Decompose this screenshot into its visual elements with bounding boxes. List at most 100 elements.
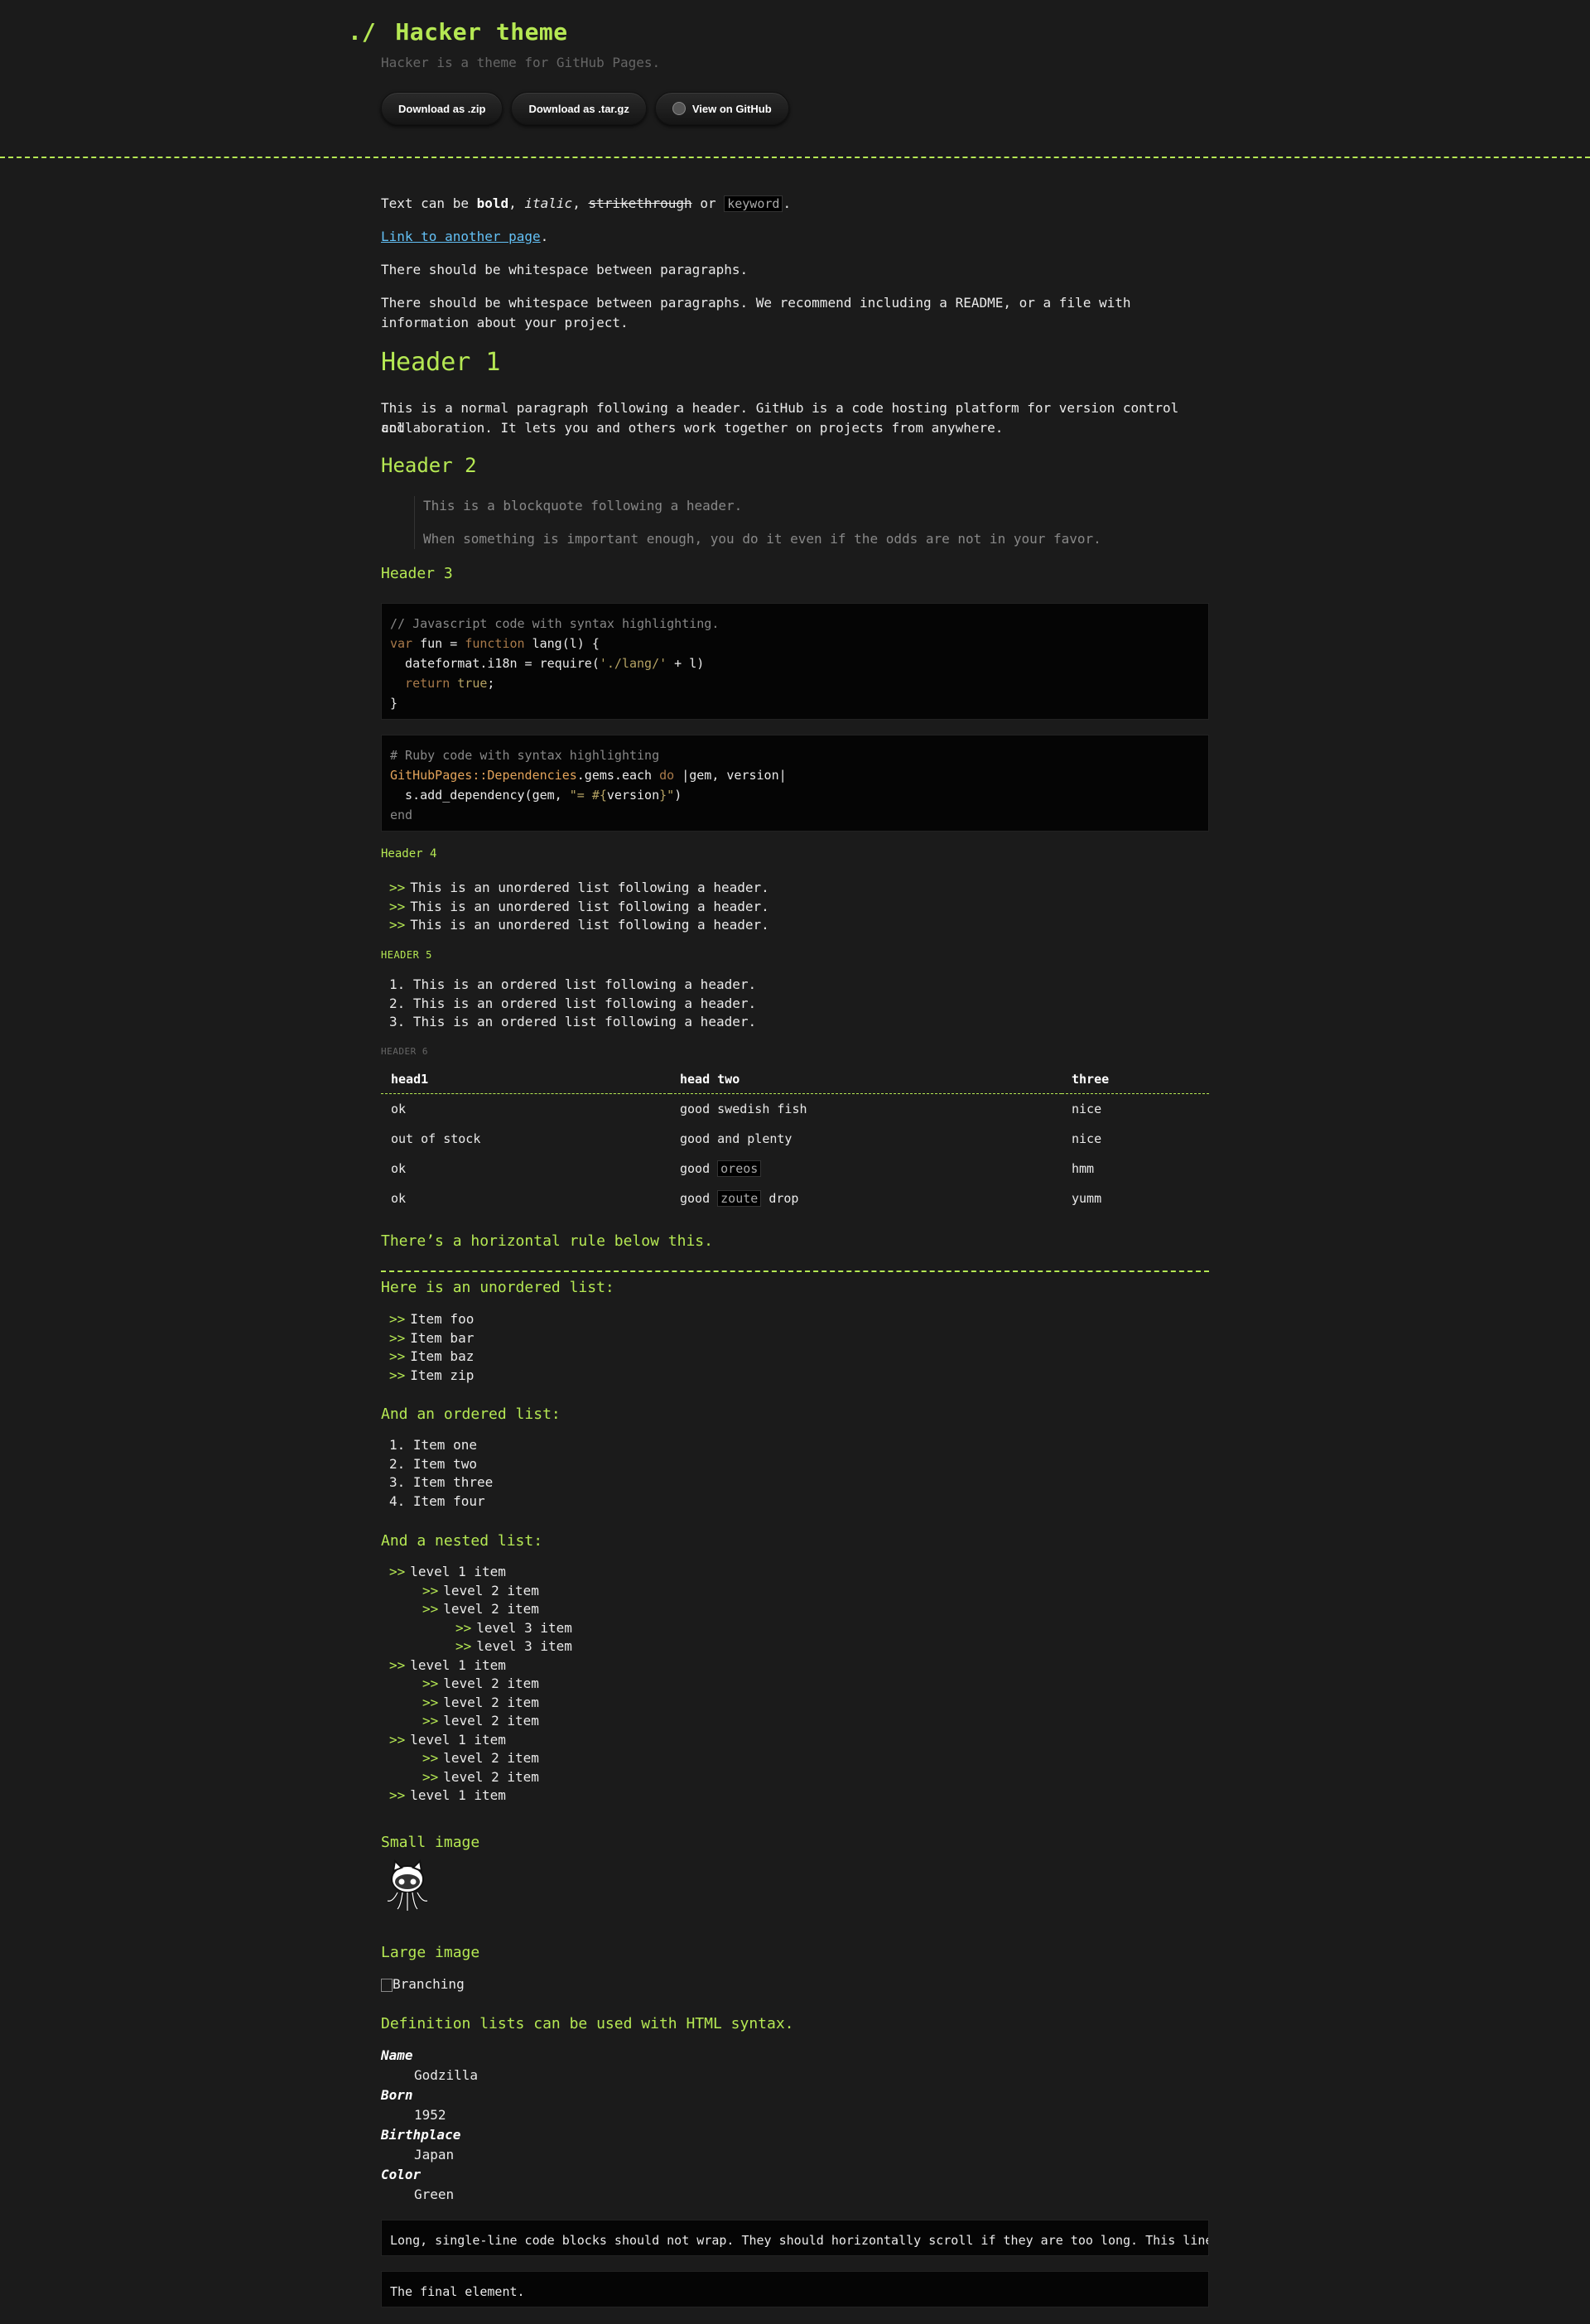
list-item-level-1: >> level 1 item [389, 1563, 572, 1582]
list-item-level-2: >> level 2 item [389, 1600, 572, 1619]
list-item-text: level 2 item [443, 1768, 539, 1785]
list-item-text: level 2 item [443, 1675, 539, 1691]
header-1: Header 1 [381, 348, 501, 377]
view-on-github-label: View on GitHub [691, 102, 772, 115]
list-item: 2. This is an ordered list following a h… [389, 995, 757, 1011]
list-item-text: level 1 item [410, 1656, 506, 1673]
download-targz-button[interactable]: Download as .tar.gz [511, 92, 647, 125]
table-header-row: head1 head two three [381, 1065, 1209, 1094]
code-text: ; [487, 676, 495, 691]
definition-list-label: Definition lists can be used with HTML s… [381, 2015, 794, 2032]
ruby-code-block: # Ruby code with syntax highlighting Git… [381, 735, 1209, 832]
list-item-text: Item bar [410, 1329, 475, 1346]
table-header-cell: head two [670, 1065, 1062, 1094]
table-cell: hmm [1072, 1161, 1095, 1176]
list-item: >> Item baz [389, 1348, 474, 1367]
code-string: './lang/' [599, 656, 667, 671]
period: . [540, 229, 549, 244]
table-cell-text: good swedish fish [680, 1102, 807, 1116]
definition-description: Japan [414, 2147, 455, 2162]
link-to-another-page[interactable]: Link to another page [381, 229, 541, 244]
list-item-text: level 2 item [443, 1694, 539, 1710]
data-table: head1 head two three ok good swedish fis… [381, 1065, 1209, 1213]
site-header: ./ Hacker theme Hacker is a theme for Gi… [0, 0, 1590, 158]
nested-list: >> level 1 item >> level 2 item >> level 2 … [389, 1563, 572, 1806]
list-item-level-2: >> level 2 item [389, 1694, 572, 1713]
list-marker: >> [389, 898, 406, 914]
code-text: ) [674, 788, 682, 803]
list-item-text: Item baz [410, 1348, 475, 1364]
table-cell-code: oreos [717, 1160, 762, 1177]
italic-text: italic [524, 195, 573, 211]
whitespace-paragraph-2-line-1: There should be whitespace between parag… [381, 295, 1131, 311]
download-zip-label: Download as .zip [398, 102, 486, 115]
definition-term: Name [381, 2047, 413, 2063]
list-marker: >> [422, 1675, 439, 1691]
broken-image-icon [381, 1978, 393, 1992]
list-item-text: level 1 item [410, 1787, 506, 1803]
table-cell-code: zoute [717, 1190, 762, 1207]
blockquote-line-2: When something is important enough, you … [423, 531, 1101, 547]
code-text: lang(l) { [524, 636, 600, 651]
javascript-code-block: // Javascript code with syntax highlight… [381, 603, 1209, 720]
or-text: or [691, 195, 725, 211]
header-5: Header 5 [381, 949, 432, 961]
list-marker: >> [422, 1768, 439, 1785]
code-text: + l) [667, 656, 705, 671]
list-item: >> This is an unordered list following a … [389, 879, 769, 898]
unordered-list-1: >> This is an unordered list following a … [389, 879, 769, 935]
list-marker: >> [389, 1731, 406, 1748]
list-marker: >> [389, 1564, 406, 1579]
list-marker: >> [422, 1713, 439, 1729]
table-cell: good oreos [670, 1154, 1062, 1184]
code-string: }" [659, 788, 675, 803]
link-paragraph: Link to another page. [381, 227, 1209, 247]
list-item: 4. Item four [389, 1492, 485, 1509]
list-item: 2. Item two [389, 1455, 477, 1472]
bold-text: bold [476, 195, 509, 211]
header-4: Header 4 [381, 847, 437, 861]
octocat-image [387, 1859, 428, 1911]
horizontal-rule-label: There’s a horizontal rule below this. [381, 1232, 713, 1250]
table-cell: yumm [1072, 1191, 1102, 1206]
list-item: >> Item zip [389, 1367, 474, 1386]
code-text: } [390, 696, 398, 711]
code-comment: # Ruby code with syntax highlighting [390, 748, 660, 763]
code-text: |gem, version| [674, 768, 787, 783]
table-cell: nice [1072, 1102, 1102, 1116]
list-item: >> This is an unordered list following a … [389, 898, 769, 917]
list-item: >> Item bar [389, 1329, 474, 1348]
site-title[interactable]: Hacker theme [395, 18, 567, 46]
list-item-text: Item zip [410, 1367, 475, 1383]
code-keyword: return [390, 676, 450, 691]
table-cell: good zoute drop [670, 1184, 1062, 1213]
list-item-level-2: >> level 2 item [389, 1749, 572, 1768]
final-code-text: The final element. [390, 2284, 525, 2299]
list-marker: >> [389, 1348, 406, 1364]
view-on-github-button[interactable]: View on GitHub [654, 92, 789, 125]
definition-description: 1952 [414, 2107, 446, 2123]
header-6: Header 6 [381, 1046, 428, 1057]
list-item-level-2: >> level 2 item [389, 1675, 572, 1694]
list-item-level-1: >> level 1 item [389, 1786, 572, 1806]
table-row: ok good oreos hmm [381, 1154, 1209, 1184]
broken-image-branching: Branching [381, 1976, 1209, 1992]
list-marker: >> [389, 1311, 406, 1327]
code-keyword: end [390, 808, 413, 822]
table-header-cell: head1 [381, 1065, 670, 1094]
separator: , [572, 195, 589, 211]
code-literal: true [450, 676, 488, 691]
long-code-text: Long, single-line code blocks should not… [390, 2233, 1208, 2248]
download-zip-button[interactable]: Download as .zip [381, 92, 504, 125]
definition-list: Name Godzilla Born 1952 Birthplace Japan… [381, 2046, 478, 2205]
table-cell: ok [391, 1102, 407, 1116]
list-item-text: This is an unordered list following a he… [410, 880, 769, 895]
list-item: 1. Item one [389, 1437, 477, 1453]
definition-term: Color [381, 2167, 422, 2182]
blockquote-line-1: This is a blockquote following a header. [423, 498, 743, 513]
list-item-text: This is an unordered list following a he… [410, 917, 769, 933]
code-text: dateformat.i18n = require( [390, 656, 600, 671]
whitespace-paragraph-2-line-2: information about your project. [381, 315, 629, 330]
long-code-block[interactable]: Long, single-line code blocks should not… [381, 2220, 1209, 2256]
list-item-level-1: >> level 1 item [389, 1656, 572, 1675]
